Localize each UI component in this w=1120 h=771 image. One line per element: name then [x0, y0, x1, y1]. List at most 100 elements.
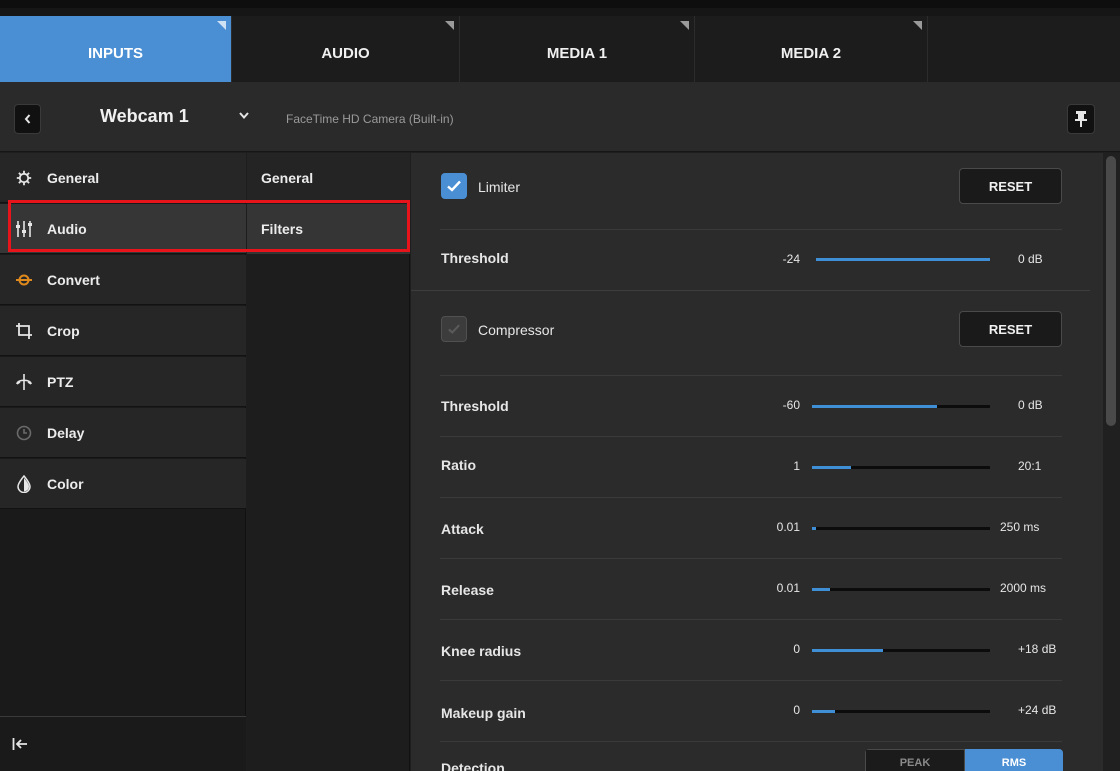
tab-media-1[interactable]: MEDIA 1	[460, 16, 695, 90]
convert-icon	[14, 270, 34, 290]
compressor-threshold-min: -60	[782, 398, 800, 412]
category-label: Color	[47, 475, 84, 492]
source-device: FaceTime HD Camera (Built-in)	[286, 112, 454, 126]
tab-label: INPUTS	[87, 44, 143, 62]
section-divider	[411, 290, 1090, 291]
row-divider	[440, 375, 1062, 376]
compressor-attack-slider[interactable]	[812, 527, 990, 530]
gear-icon	[14, 168, 34, 188]
slider-fill	[816, 258, 990, 261]
ptz-icon	[14, 372, 34, 392]
category-delay[interactable]: Delay	[0, 408, 246, 458]
tab-audio[interactable]: AUDIO	[232, 16, 460, 90]
tab-label: MEDIA 2	[780, 44, 842, 62]
compressor-attack-label: Attack	[441, 521, 484, 537]
chevron-left-icon	[24, 114, 30, 124]
tab-label: AUDIO	[321, 44, 370, 62]
row-divider	[440, 741, 1062, 742]
compressor-threshold-label: Threshold	[441, 398, 509, 414]
tab-label: MEDIA 1	[546, 44, 608, 62]
slider-fill	[812, 527, 816, 530]
category-color[interactable]: Color	[0, 459, 246, 509]
compressor-knee-radius-slider[interactable]	[812, 649, 990, 652]
scrollbar-thumb[interactable]	[1106, 156, 1116, 426]
top-tab-bar: INPUTS AUDIO MEDIA 1 MEDIA 2	[0, 0, 1120, 90]
compressor-release-max: 2000 ms	[1000, 581, 1047, 595]
limiter-checkbox[interactable]	[441, 173, 467, 199]
compressor-ratio-label: Ratio	[441, 457, 476, 473]
color-drop-icon	[14, 474, 34, 494]
compressor-makeup-gain-slider[interactable]	[812, 710, 990, 713]
compressor-ratio-min: 1	[793, 459, 800, 473]
category-label: Convert	[47, 271, 100, 288]
chevron-down-icon[interactable]	[238, 111, 250, 120]
row-divider	[440, 497, 1062, 498]
compressor-release-label: Release	[441, 582, 494, 598]
category-label: General	[47, 169, 100, 186]
compressor-release-min: 0.01	[776, 581, 800, 595]
category-convert[interactable]: Convert	[0, 255, 246, 305]
compressor-ratio-slider[interactable]	[812, 466, 990, 469]
limiter-label: Limiter	[478, 179, 521, 195]
compressor-attack-max: 250 ms	[1000, 520, 1040, 534]
tab-empty	[928, 16, 1120, 90]
category-ptz[interactable]: PTZ	[0, 357, 246, 407]
compressor-label: Compressor	[478, 322, 555, 338]
subnav-label: General	[261, 169, 314, 186]
row-divider	[440, 436, 1062, 437]
row-divider	[440, 558, 1062, 559]
slider-fill	[812, 588, 830, 591]
compressor-release-slider[interactable]	[812, 588, 990, 591]
row-divider	[440, 680, 1062, 681]
clock-icon	[14, 423, 34, 443]
limiter-threshold-label: Threshold	[441, 250, 509, 266]
category-label: Delay	[47, 424, 85, 441]
collapse-left-icon	[12, 738, 27, 750]
category-crop[interactable]: Crop	[0, 306, 246, 356]
detection-peak-option[interactable]: PEAK	[865, 749, 965, 771]
tab-corner-icon	[217, 21, 226, 30]
detection-toggle: PEAK RMS	[865, 749, 1063, 771]
compressor-makeup-gain-min: 0	[793, 703, 800, 717]
compressor-knee-radius-max: +18 dB	[1018, 642, 1057, 656]
compressor-threshold-max: 0 dB	[1018, 398, 1043, 412]
crop-icon	[14, 321, 34, 341]
source-header: Webcam 1 FaceTime HD Camera (Built-in)	[0, 82, 1120, 152]
tab-media-2[interactable]: MEDIA 2	[695, 16, 928, 90]
compressor-makeup-gain-label: Makeup gain	[441, 705, 526, 721]
collapse-sidebar-button[interactable]	[0, 716, 246, 771]
slider-fill	[812, 710, 836, 713]
tab-corner-icon	[680, 21, 689, 30]
checkmark-icon	[448, 324, 460, 334]
limiter-threshold-slider[interactable]	[816, 258, 990, 261]
row-divider	[440, 229, 1062, 230]
compressor-attack-min: 0.01	[776, 520, 800, 534]
compressor-reset-button[interactable]: RESET	[959, 311, 1062, 347]
limiter-threshold-min: -24	[782, 252, 800, 266]
subnav-general[interactable]: General	[247, 153, 410, 203]
detection-label: Detection	[441, 760, 505, 771]
tab-corner-icon	[445, 21, 454, 30]
compressor-checkbox[interactable]	[441, 316, 467, 342]
tab-inputs[interactable]: INPUTS	[0, 16, 232, 90]
limiter-reset-button[interactable]: RESET	[959, 168, 1062, 204]
compressor-knee-radius-label: Knee radius	[441, 643, 522, 659]
compressor-threshold-slider[interactable]	[812, 405, 990, 408]
slider-fill	[812, 649, 884, 652]
category-general[interactable]: General	[0, 153, 246, 203]
checkmark-icon	[447, 180, 461, 192]
compressor-makeup-gain-max: +24 dB	[1018, 703, 1057, 717]
pin-button[interactable]	[1067, 104, 1095, 134]
slider-fill	[812, 466, 852, 469]
compressor-ratio-max: 20:1	[1018, 459, 1042, 473]
detection-rms-option[interactable]: RMS	[965, 749, 1063, 771]
back-button[interactable]	[14, 104, 41, 134]
category-label: Crop	[47, 322, 80, 339]
source-name[interactable]: Webcam 1	[100, 106, 189, 127]
row-divider	[440, 619, 1062, 620]
tab-corner-icon	[913, 21, 922, 30]
highlight-box	[8, 200, 410, 252]
compressor-knee-radius-min: 0	[793, 642, 800, 656]
limiter-threshold-max: 0 dB	[1018, 252, 1043, 266]
pin-icon	[1075, 111, 1087, 127]
